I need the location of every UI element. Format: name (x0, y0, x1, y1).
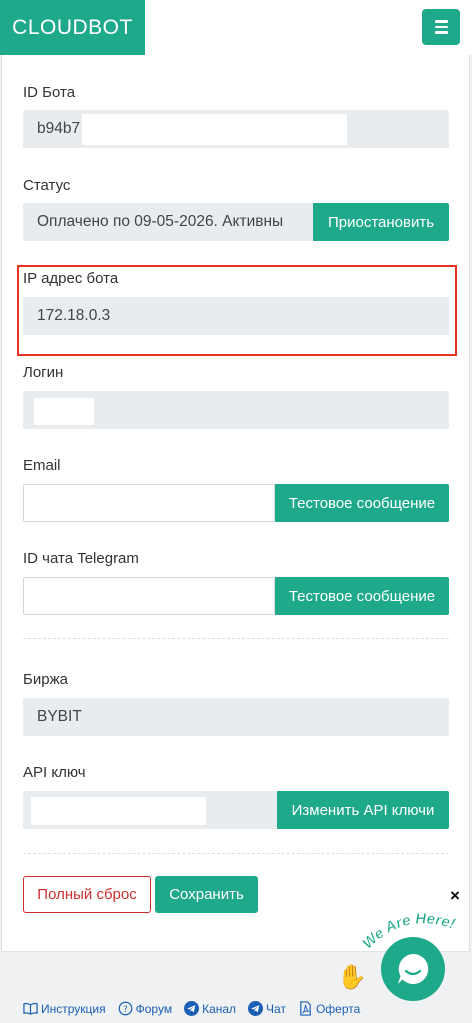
chat-icon (398, 953, 429, 984)
full-reset-button[interactable]: Полный сброс (23, 876, 151, 913)
footer-link-forum[interactable]: ? Форум (118, 1001, 172, 1016)
email-label: Email (23, 457, 61, 474)
pdf-document-icon (300, 1001, 311, 1016)
book-icon (23, 1002, 38, 1015)
exchange-field: BYBIT (23, 698, 449, 736)
ip-highlight-box (17, 265, 457, 356)
chat-widget-close-button[interactable]: × (450, 886, 460, 906)
menu-icon-bar (434, 31, 448, 34)
redacted-mask (82, 114, 347, 145)
footer-link-label: Инструкция (41, 1001, 106, 1016)
redacted-mask (31, 797, 206, 825)
footer-link-chat[interactable]: Чат (248, 1001, 286, 1016)
pause-button[interactable]: Приостановить (313, 203, 449, 241)
question-circle-icon: ? (118, 1001, 133, 1016)
email-test-button[interactable]: Тестовое сообщение (275, 484, 449, 522)
menu-icon-bar (434, 20, 448, 23)
telegram-test-button[interactable]: Тестовое сообщение (275, 577, 449, 615)
telegram-icon (248, 1001, 264, 1016)
section-divider (23, 853, 449, 854)
email-field[interactable] (23, 484, 275, 522)
hamburger-menu-button[interactable] (422, 9, 460, 45)
save-button[interactable]: Сохранить (155, 876, 258, 913)
svg-text:?: ? (123, 1004, 127, 1014)
brand-logo[interactable]: CLOUDBOT (0, 0, 145, 55)
login-label: Логин (23, 364, 64, 381)
footer-link-label: Форум (135, 1001, 173, 1016)
footer-link-label: Оферта (315, 1001, 361, 1016)
footer-links: Инструкция ? Форум Канал Чат Оферта (23, 1001, 360, 1016)
redacted-mask (34, 398, 94, 425)
chat-bubble-button[interactable] (381, 937, 445, 1001)
top-navbar: CLOUDBOT (0, 0, 472, 55)
exchange-label: Биржа (23, 671, 68, 688)
menu-icon-bar (434, 25, 448, 29)
api-key-label: API ключ (23, 764, 86, 781)
footer-link-channel[interactable]: Канал (184, 1001, 236, 1016)
footer-link-instruction[interactable]: Инструкция (23, 1001, 106, 1016)
telegram-label: ID чата Telegram (23, 550, 139, 567)
footer-link-label: Чат (266, 1001, 286, 1016)
footer-link-offer[interactable]: Оферта (298, 1001, 360, 1016)
footer-link-label: Канал (202, 1001, 237, 1016)
change-api-keys-button[interactable]: Изменить API ключи (277, 791, 449, 829)
status-field: Оплачено по 09-05-2026. Активны (23, 203, 313, 241)
bot-id-label: ID Бота (23, 84, 76, 101)
waving-hand-icon: ✋ (337, 963, 367, 991)
telegram-icon (184, 1001, 200, 1016)
telegram-chat-id-field[interactable] (23, 577, 275, 615)
status-label: Статус (23, 177, 71, 194)
section-divider (23, 638, 449, 639)
